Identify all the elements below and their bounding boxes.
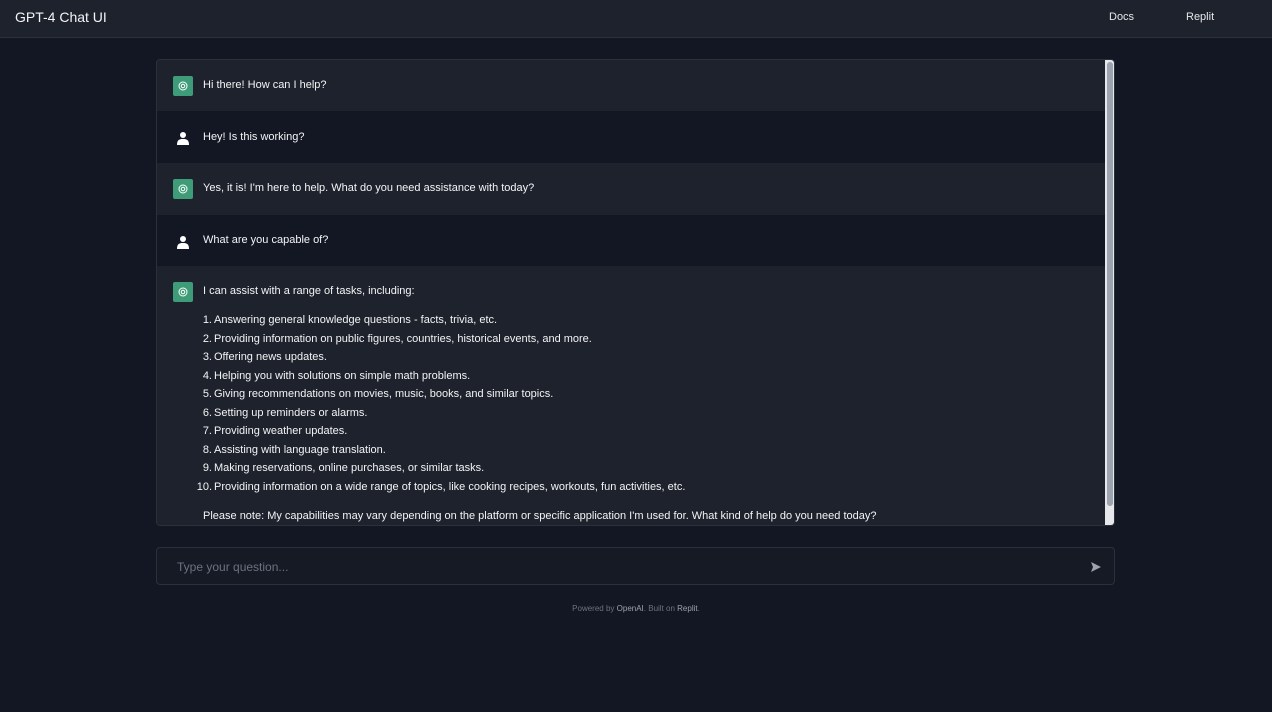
- message-text: I can assist with a range of tasks, incl…: [203, 285, 415, 297]
- capabilities-list: 1. Answering general knowledge questions …: [196, 314, 686, 499]
- message-text: Hi there! How can I help?: [203, 79, 327, 91]
- list-item: 3. Offering news updates.: [202, 351, 327, 363]
- user-icon: [173, 128, 193, 148]
- openai-logo-icon: [173, 76, 193, 96]
- replit-link[interactable]: Replit: [677, 604, 697, 613]
- list-item: 5. Giving recommendations on movies, musi…: [202, 388, 554, 400]
- openai-link[interactable]: OpenAI: [617, 604, 644, 613]
- nav-link-docs[interactable]: Docs: [1109, 11, 1134, 23]
- message-text: Hey! Is this working?: [203, 131, 305, 143]
- list-item: 2. Providing information on public figure…: [202, 332, 592, 345]
- nav-link-replit[interactable]: Replit: [1186, 11, 1214, 23]
- message-text: What are you capable of?: [203, 234, 329, 246]
- openai-logo-icon: [173, 179, 193, 199]
- message-note: Please note: My capabilities may vary de…: [203, 510, 877, 522]
- question-input-box: [156, 547, 1115, 585]
- message-bot: Yes, it is! I'm here to help. What do yo…: [157, 163, 1105, 215]
- list-item: 8. Assisting with language translation.: [202, 443, 386, 456]
- user-icon: [173, 232, 193, 252]
- app-title: GPT-4 Chat UI: [15, 9, 107, 25]
- openai-logo-icon: [173, 282, 193, 302]
- list-item: 7. Providing weather updates.: [202, 425, 348, 437]
- message-user: Hey! Is this working?: [157, 111, 1105, 163]
- message-text: Yes, it is! I'm here to help. What do yo…: [203, 182, 535, 194]
- question-input[interactable]: [177, 557, 1057, 577]
- list-item: 6. Setting up reminders or alarms.: [202, 406, 368, 419]
- list-item: 4. Helping you with solutions on simple m…: [202, 369, 471, 382]
- list-item: 10. Providing information on a wide range…: [196, 480, 686, 493]
- chat-history[interactable]: Hi there! How can I help? Hey! Is this w…: [156, 59, 1115, 526]
- message-user: What are you capable of?: [157, 215, 1105, 266]
- send-icon: [1091, 562, 1101, 572]
- message-bot: I can assist with a range of tasks, incl…: [157, 266, 1105, 525]
- list-item: 9. Making reservations, online purchases,…: [202, 462, 485, 474]
- message-bot: Hi there! How can I help?: [157, 60, 1105, 111]
- list-item: 1. Answering general knowledge questions …: [202, 314, 498, 326]
- top-bar: GPT-4 Chat UI Docs Replit: [0, 0, 1272, 38]
- scrollbar-thumb[interactable]: [1107, 62, 1113, 506]
- footer: Powered by OpenAI. Built on Replit.: [572, 604, 700, 613]
- send-button[interactable]: [1087, 558, 1105, 576]
